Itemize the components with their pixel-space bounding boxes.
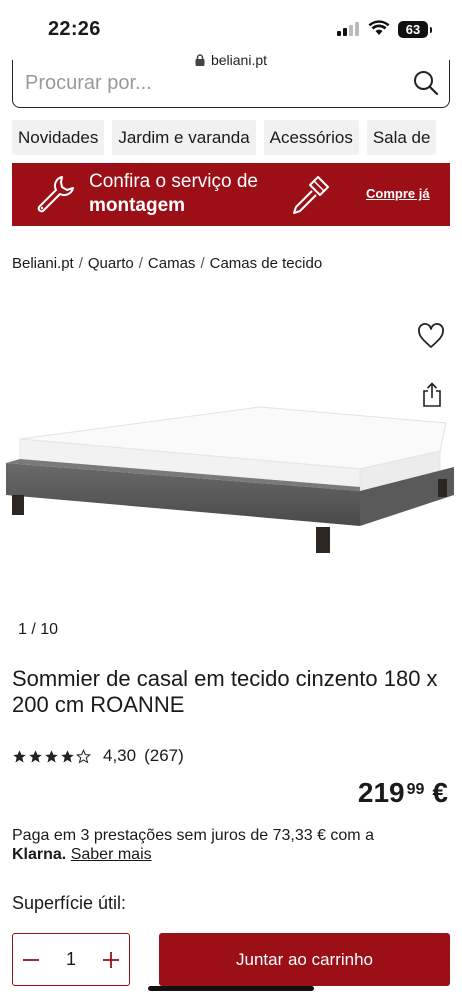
category-chip-acessorios[interactable]: Acessórios [263,120,359,155]
breadcrumb-separator: / [200,255,205,272]
category-chip-jardim[interactable]: Jardim e varanda [112,120,256,155]
assembly-service-banner[interactable]: Confira o serviço de montagem Compre já [12,163,450,226]
status-time: 22:26 [48,18,101,40]
price-cents: 99 [406,781,425,798]
heart-icon[interactable] [417,323,445,349]
screwdriver-icon [293,176,329,214]
product-price: 219 99 € [358,777,448,809]
star-filled-icon [45,749,58,762]
surface-label: Superfície útil: [12,893,127,913]
product-image[interactable] [0,395,462,570]
product-title: Sommier de casal em tecido cinzento 180 … [12,666,438,717]
breadcrumb-item[interactable]: Camas de tecido [210,255,323,272]
review-count[interactable]: (267) [144,746,184,766]
decrease-quantity-button[interactable] [19,948,43,972]
status-bar: 22:26 63 [0,0,462,48]
banner-cta-link[interactable]: Compre já [366,186,430,201]
gallery-total: 10 [40,621,59,638]
gallery-separator: / [26,621,41,638]
star-filled-icon [61,749,74,762]
star-filled-icon [13,749,26,762]
breadcrumb-separator: / [138,255,143,272]
search-box[interactable] [12,60,450,108]
gallery-current: 1 [18,621,27,638]
rating-score: 4,30 [103,746,137,765]
wrench-icon [37,176,74,213]
banner-line1: Confira o serviço de [89,171,258,192]
klarna-installments: Paga em 3 prestações sem juros de 73,33 … [12,826,452,864]
price-main: 219 [357,777,405,808]
breadcrumb-item[interactable]: Beliani.pt [12,255,74,272]
price-currency: € [432,777,448,808]
minus-icon [23,958,39,961]
wifi-icon [368,20,390,35]
search-icon[interactable] [413,70,439,96]
breadcrumb-separator: / [78,255,83,272]
banner-line2: montagem [89,195,186,216]
category-chip-novidades[interactable]: Novidades [12,120,105,155]
klarna-learn-more-link[interactable]: Saber mais [71,846,152,863]
search-input[interactable] [25,72,405,95]
breadcrumb-item[interactable]: Camas [148,255,196,272]
category-chip-sala[interactable]: Sala de [366,120,437,155]
klarna-text: Paga em 3 prestações sem juros de 73,33 … [12,827,374,844]
home-indicator [148,986,314,991]
add-to-cart-button[interactable]: Juntar ao carrinho [159,933,450,986]
breadcrumb-item[interactable]: Quarto [88,255,134,272]
rating-stars [12,748,91,764]
product-rating[interactable]: 4,30 (267) [12,746,184,766]
star-filled-icon [29,749,42,762]
quantity-value[interactable]: 1 [66,949,76,970]
quantity-stepper: 1 [12,933,130,986]
category-nav: Novidades Jardim e varanda Acessórios Sa… [12,120,437,155]
klarna-logo: Klarna. [12,846,67,863]
gallery-counter: 1 / 10 [18,621,58,639]
star-empty-icon [76,748,91,764]
cellular-signal-icon [337,22,359,36]
battery-icon: 63 [398,21,432,38]
breadcrumb: Beliani.pt / Quarto / Camas / Camas de t… [12,255,322,272]
increase-quantity-button[interactable] [99,948,123,972]
plus-icon [102,951,119,968]
